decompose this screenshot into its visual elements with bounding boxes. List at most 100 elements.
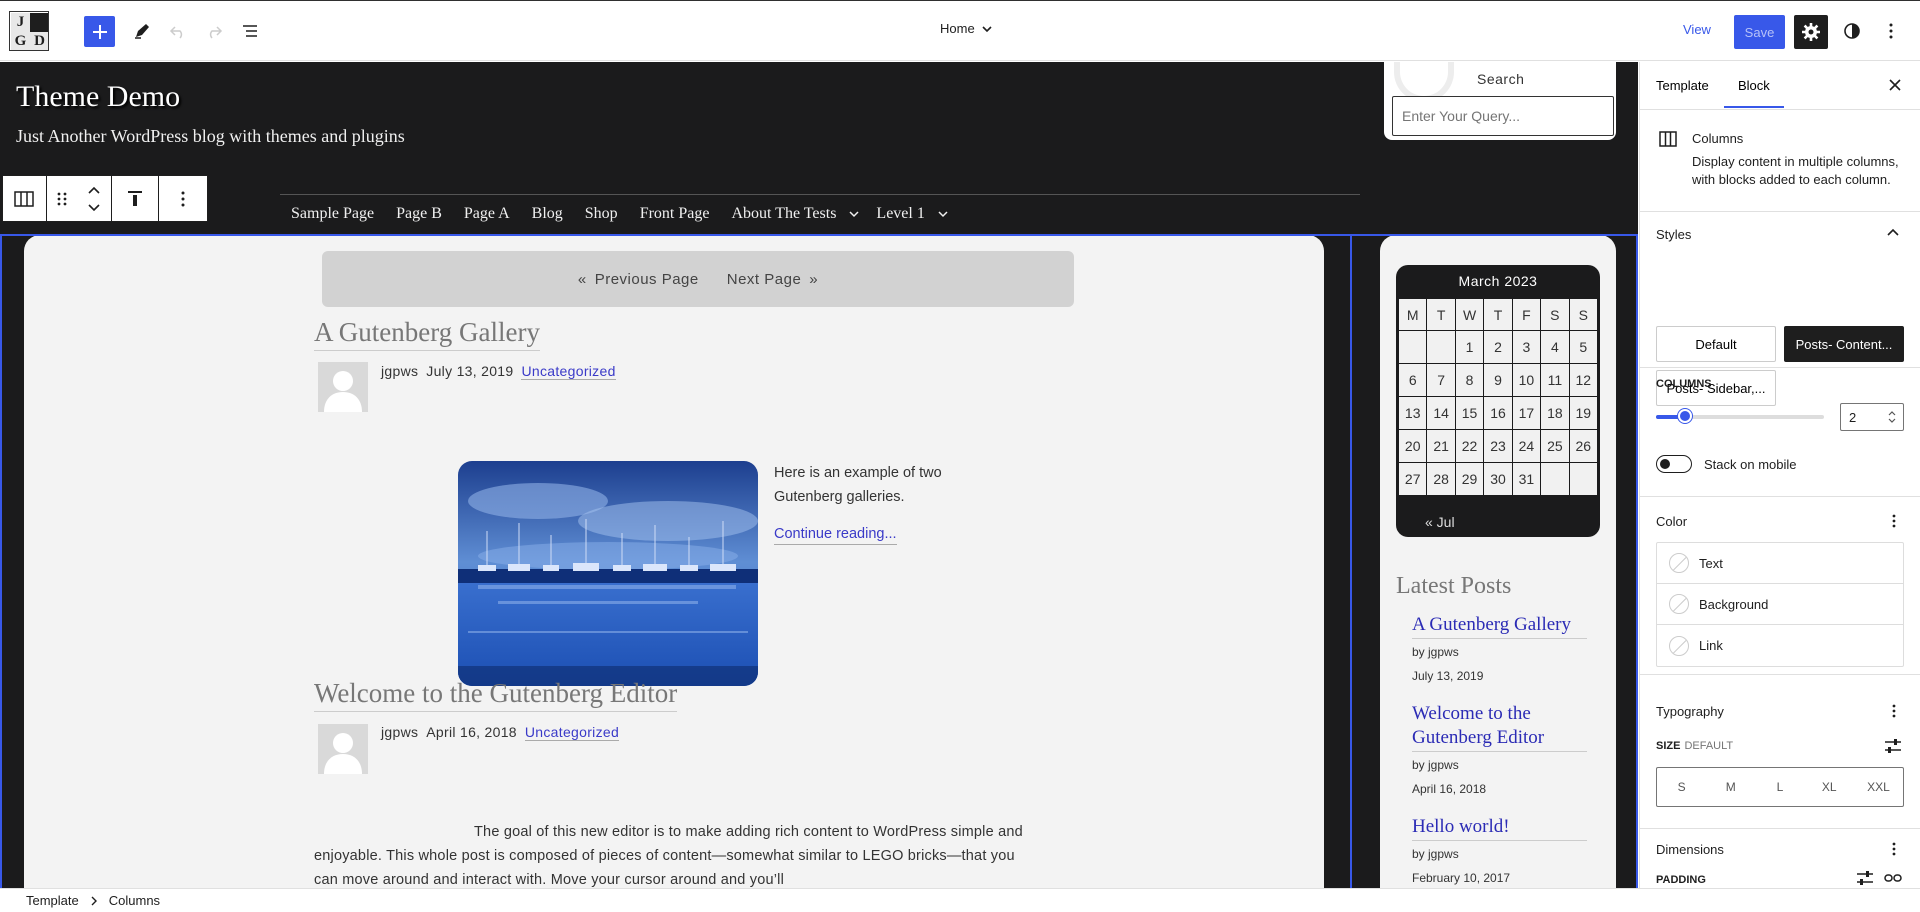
styles-button[interactable] [1838, 17, 1866, 45]
color-swatch [1669, 553, 1689, 573]
nav-item[interactable]: Page A [464, 205, 510, 223]
style-option-default[interactable]: Default [1656, 326, 1776, 362]
color-panel-title: Color [1656, 514, 1688, 529]
link-sides-icon[interactable] [1884, 870, 1902, 886]
font-size-s[interactable]: S [1657, 768, 1706, 806]
selected-columns-outline [0, 234, 1638, 888]
logo-letter: D [30, 32, 49, 51]
nav-item[interactable]: Blog [532, 205, 563, 223]
undo-button[interactable] [164, 17, 192, 45]
more-vertical-icon [1889, 23, 1893, 39]
color-swatch [1669, 594, 1689, 614]
block-card: Columns Display content in multiple colu… [1640, 111, 1920, 212]
contrast-icon [1844, 23, 1860, 39]
search-block: Search [1384, 62, 1616, 140]
breadcrumb-item-template[interactable]: Template [26, 893, 79, 908]
custom-size-icon[interactable] [1884, 738, 1902, 754]
columns-value: 2 [1849, 409, 1857, 425]
plus-icon [92, 24, 107, 39]
font-size-label: Size [1656, 740, 1681, 752]
tab-template[interactable]: Template [1656, 78, 1709, 93]
site-logo[interactable]: J G D [9, 11, 49, 51]
chevron-down-icon[interactable] [848, 208, 860, 220]
redo-icon [209, 26, 223, 39]
chevron-down-icon[interactable] [937, 208, 949, 220]
columns-icon [14, 190, 35, 207]
template-selector-label: Home [940, 21, 975, 36]
color-swatch [1669, 635, 1689, 656]
undo-icon [169, 26, 183, 39]
search-label: Search [1477, 71, 1525, 87]
typography-panel-title: Typography [1656, 704, 1724, 719]
column-divider [1350, 234, 1352, 888]
custom-padding-icon[interactable] [1856, 870, 1874, 886]
options-menu-button[interactable] [1877, 17, 1905, 45]
block-type-button[interactable] [3, 176, 47, 221]
stack-on-mobile-label: Stack on mobile [1704, 457, 1797, 472]
close-sidebar-button[interactable] [1886, 76, 1904, 94]
move-up-down-icon[interactable] [87, 185, 101, 213]
slider-thumb[interactable] [1677, 409, 1692, 423]
nav-item[interactable]: Front Page [640, 205, 710, 223]
font-size-value: Default [1684, 740, 1734, 752]
block-toolbar [2, 175, 208, 222]
save-button[interactable]: Save [1734, 15, 1785, 49]
more-vertical-icon [181, 191, 185, 206]
site-tagline[interactable]: Just Another WordPress blog with themes … [16, 126, 405, 147]
nav-item[interactable]: Sample Page [291, 205, 374, 223]
nav-item[interactable]: Level 1 [876, 205, 924, 223]
spinner-arrows-icon[interactable] [1887, 410, 1897, 424]
settings-sidebar: Template Block Columns Display content i… [1639, 62, 1920, 888]
sidebar-tabs: Template Block [1640, 62, 1920, 110]
settings-button[interactable] [1794, 15, 1828, 49]
navigation-menu: Sample Page Page B Page A Blog Shop Fron… [291, 205, 965, 223]
editor-top-bar: J G D Home View Save [0, 0, 1920, 61]
columns-icon [1659, 131, 1677, 147]
view-button[interactable]: View [1683, 22, 1711, 37]
tab-block[interactable]: Block [1724, 78, 1784, 108]
block-inserter-button[interactable] [84, 16, 115, 47]
font-size-l[interactable]: L [1755, 768, 1804, 806]
logo-letter: G [11, 32, 30, 51]
style-option-posts-content[interactable]: Posts- Content... [1784, 326, 1904, 362]
redo-button[interactable] [200, 17, 228, 45]
block-options-button[interactable] [159, 176, 207, 221]
columns-number-input[interactable]: 2 [1840, 403, 1904, 431]
more-vertical-icon[interactable] [1886, 841, 1902, 857]
more-vertical-icon[interactable] [1886, 703, 1902, 719]
font-size-header: Size Default [1656, 740, 1733, 752]
tools-button[interactable] [128, 17, 156, 45]
list-view-button[interactable] [236, 17, 264, 45]
site-title[interactable]: Theme Demo [16, 80, 180, 114]
columns-slider[interactable] [1656, 409, 1824, 423]
gear-icon [1802, 23, 1820, 41]
chevron-up-icon[interactable] [1886, 226, 1900, 240]
nav-item[interactable]: Shop [585, 205, 618, 223]
toggle-knob [1660, 459, 1670, 469]
close-icon [1889, 79, 1901, 91]
logo-letter: J [11, 13, 30, 32]
color-item-label: Text [1699, 555, 1723, 571]
block-mover [47, 176, 112, 221]
nav-item[interactable]: About The Tests [731, 205, 836, 223]
more-vertical-icon[interactable] [1886, 513, 1902, 529]
font-size-xl[interactable]: XL [1805, 768, 1854, 806]
font-size-m[interactable]: M [1706, 768, 1755, 806]
padding-label: Padding [1656, 874, 1706, 886]
font-size-xxl[interactable]: XXL [1854, 768, 1903, 806]
list-view-icon [243, 25, 257, 37]
search-input[interactable] [1392, 96, 1614, 136]
nav-item[interactable]: Page B [396, 205, 442, 223]
font-size-picker: S M L XL XXL [1656, 767, 1904, 807]
align-top-button[interactable] [112, 176, 160, 221]
stack-on-mobile-toggle[interactable] [1656, 455, 1692, 473]
color-list: Text Background Link [1656, 542, 1904, 667]
styles-panel-title[interactable]: Styles [1656, 227, 1691, 242]
color-item-link[interactable]: Link [1657, 625, 1903, 666]
columns-label: Columns [1656, 378, 1712, 390]
color-item-text[interactable]: Text [1657, 543, 1903, 584]
template-selector[interactable]: Home [940, 21, 993, 36]
chevron-down-icon [982, 25, 992, 32]
drag-handle-icon[interactable] [57, 191, 67, 207]
color-item-background[interactable]: Background [1657, 584, 1903, 625]
